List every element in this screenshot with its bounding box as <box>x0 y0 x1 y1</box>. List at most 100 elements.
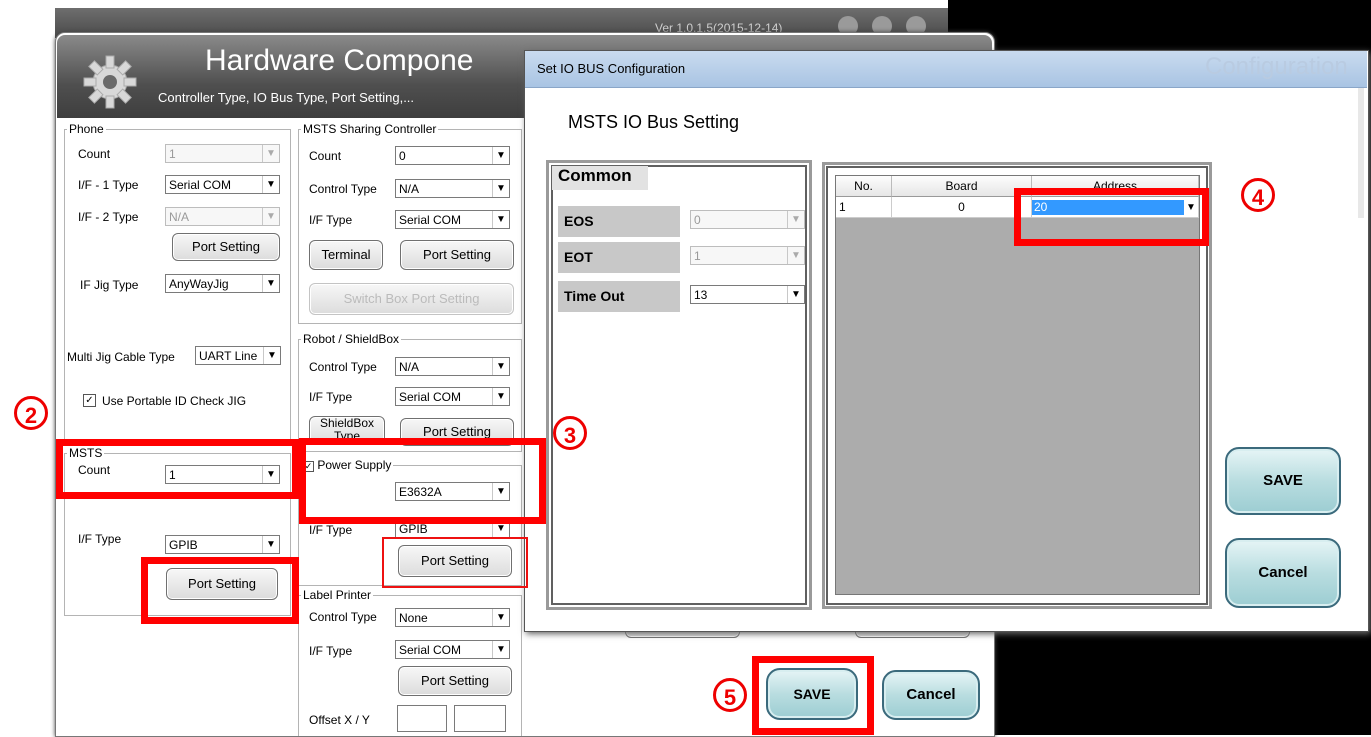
multi-jig-value: UART Line <box>199 349 258 363</box>
chevron-down-icon: ▼ <box>787 286 804 303</box>
multi-jig-select[interactable]: UART Line ▼ <box>195 346 281 365</box>
msts-if-label: I/F Type <box>78 532 122 546</box>
terminal-button[interactable]: Terminal <box>309 240 383 270</box>
robot-if-select[interactable]: Serial COM ▼ <box>395 387 510 406</box>
sharing-control-select[interactable]: N/A ▼ <box>395 179 510 198</box>
phone-jig-label: IF Jig Type <box>80 278 139 292</box>
offset-y-input[interactable] <box>454 705 506 732</box>
sharing-count-select[interactable]: 0 ▼ <box>395 146 510 165</box>
sharing-port-setting-button[interactable]: Port Setting <box>400 240 514 270</box>
phone-count-select[interactable]: 1 ▼ <box>165 144 280 163</box>
printer-if-select[interactable]: Serial COM ▼ <box>395 640 510 659</box>
printer-control-label: Control Type <box>309 610 377 624</box>
power-if-value: GPIB <box>399 522 428 536</box>
grid-header-board: Board <box>892 176 1032 197</box>
chevron-down-icon: ▼ <box>262 275 279 292</box>
offset-x-input[interactable] <box>397 705 447 732</box>
chevron-down-icon: ▼ <box>492 211 509 228</box>
robot-control-label: Control Type <box>309 360 377 374</box>
phone-if1-label: I/F - 1 Type <box>78 178 139 192</box>
eot-select[interactable]: 1 ▼ <box>690 246 805 265</box>
annotation-number-5: 5 <box>713 678 747 712</box>
highlight-msts-count <box>56 439 299 499</box>
chevron-down-icon: ▼ <box>787 247 804 264</box>
chevron-down-icon: ▼ <box>492 147 509 164</box>
chevron-down-icon: ▼ <box>262 536 279 553</box>
highlight-msts-port-setting <box>141 557 299 624</box>
chevron-down-icon: ▼ <box>263 347 280 364</box>
eos-label: EOS <box>558 206 680 237</box>
grid-cell-no: 1 <box>836 197 892 218</box>
common-label: Common <box>552 166 648 190</box>
printer-control-value: None <box>399 611 428 625</box>
robot-control-value: N/A <box>399 360 420 374</box>
sharing-if-label: I/F Type <box>309 213 353 227</box>
chevron-down-icon: ▼ <box>262 145 279 162</box>
chevron-down-icon: ▼ <box>262 208 279 225</box>
phone-port-setting-button[interactable]: Port Setting <box>172 233 280 261</box>
msts-if-select[interactable]: GPIB ▼ <box>165 535 280 554</box>
phone-count-label: Count <box>78 147 111 161</box>
phone-count-value: 1 <box>169 147 176 161</box>
chevron-down-icon: ▼ <box>492 641 509 658</box>
sharing-count-value: 0 <box>399 149 406 163</box>
chevron-down-icon: ▼ <box>492 358 509 375</box>
chevron-down-icon: ▼ <box>787 211 804 228</box>
highlight-power-supply <box>299 438 546 524</box>
dialog-background-text: Configuration <box>1205 53 1348 80</box>
chevron-down-icon: ▼ <box>492 388 509 405</box>
multi-jig-label: Multi Jig Cable Type <box>67 350 175 364</box>
highlight-main-save <box>752 656 874 735</box>
annotation-number-3: 3 <box>553 416 587 450</box>
portable-jig-label: Use Portable ID Check JIG <box>102 394 247 408</box>
phone-if1-value: Serial COM <box>169 178 232 192</box>
timeout-select[interactable]: 13 ▼ <box>690 285 805 304</box>
sharing-legend: MSTS Sharing Controller <box>303 122 437 136</box>
printer-if-label: I/F Type <box>309 644 353 658</box>
phone-jig-value: AnyWayJig <box>169 277 229 291</box>
chevron-down-icon: ▼ <box>262 176 279 193</box>
phone-if2-value: N/A <box>169 210 190 224</box>
phone-legend: Phone <box>69 122 104 136</box>
sharing-if-select[interactable]: Serial COM ▼ <box>395 210 510 229</box>
eos-value: 0 <box>694 213 701 227</box>
dialog-cancel-button[interactable]: Cancel <box>1225 538 1341 608</box>
sharing-if-value: Serial COM <box>399 213 462 227</box>
dialog-scrollbar[interactable] <box>1358 88 1364 218</box>
annotation-number-4: 4 <box>1241 178 1275 212</box>
portable-jig-checkbox[interactable]: ✓ <box>83 394 96 407</box>
printer-control-select[interactable]: None ▼ <box>395 608 510 627</box>
window-title: Hardware Compone <box>205 44 474 77</box>
robot-control-select[interactable]: N/A ▼ <box>395 357 510 376</box>
window-subtitle: Controller Type, IO Bus Type, Port Setti… <box>158 90 415 105</box>
gear-icon <box>83 55 137 109</box>
highlight-power-port-setting <box>382 537 528 588</box>
robot-if-label: I/F Type <box>309 390 353 404</box>
printer-port-setting-button[interactable]: Port Setting <box>398 666 512 696</box>
sharing-control-value: N/A <box>399 182 420 196</box>
msts-if-value: GPIB <box>169 538 198 552</box>
printer-if-value: Serial COM <box>399 643 462 657</box>
phone-if2-label: I/F - 2 Type <box>78 210 139 224</box>
phone-if2-select[interactable]: N/A ▼ <box>165 207 280 226</box>
sharing-control-label: Control Type <box>309 182 377 196</box>
power-if-label: I/F Type <box>309 523 353 537</box>
robot-legend: Robot / ShieldBox <box>303 332 400 346</box>
eot-value: 1 <box>694 249 701 263</box>
dialog-titlebar: Set IO BUS Configuration Configuration <box>525 51 1367 88</box>
phone-jig-select[interactable]: AnyWayJig ▼ <box>165 274 280 293</box>
timeout-value: 13 <box>694 288 708 302</box>
eos-select[interactable]: 0 ▼ <box>690 210 805 229</box>
highlight-address-cell <box>1014 188 1209 246</box>
phone-if1-select[interactable]: Serial COM ▼ <box>165 175 280 194</box>
chevron-down-icon: ▼ <box>492 609 509 626</box>
chevron-down-icon: ▼ <box>492 180 509 197</box>
main-cancel-button[interactable]: Cancel <box>882 670 980 720</box>
annotation-number-2: 2 <box>14 396 48 430</box>
switch-box-port-setting-button[interactable]: Switch Box Port Setting <box>309 283 514 315</box>
robot-if-value: Serial COM <box>399 390 462 404</box>
dialog-heading: MSTS IO Bus Setting <box>568 112 740 132</box>
dialog-save-button[interactable]: SAVE <box>1225 447 1341 515</box>
grid-cell-board[interactable]: 0 <box>892 197 1032 218</box>
timeout-label: Time Out <box>558 281 680 312</box>
